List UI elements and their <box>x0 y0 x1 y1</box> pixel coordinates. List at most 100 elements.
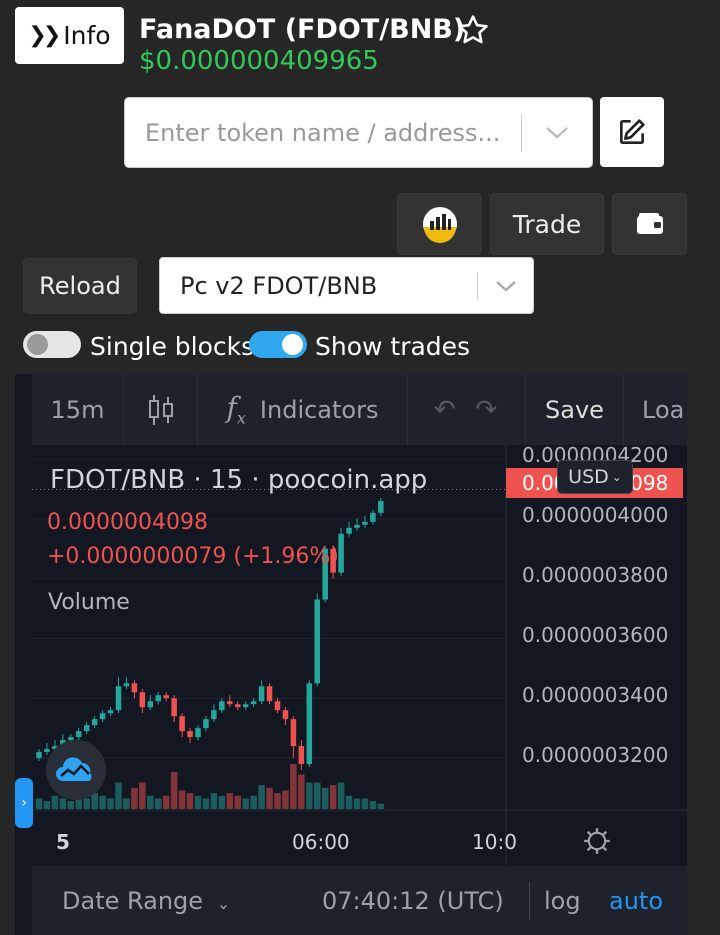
candle-body <box>314 599 320 684</box>
volume-bar <box>298 774 305 809</box>
wallet-button[interactable] <box>612 193 687 255</box>
x-tick-label: 06:00 <box>292 830 350 854</box>
chevron-down-icon: ⌄ <box>216 893 231 913</box>
show-trades-label: Show trades <box>315 332 471 361</box>
wallet-icon <box>636 213 663 234</box>
volume-bar <box>170 771 178 809</box>
volume-bar <box>59 798 67 809</box>
candle-body <box>274 701 281 711</box>
volume-bar <box>147 795 154 809</box>
log-scale-button[interactable]: log <box>544 887 581 915</box>
chevron-down-icon[interactable] <box>478 279 533 293</box>
candle-body <box>139 692 146 708</box>
chart-legend-change: +0.0000000079 (+1.96%) <box>47 544 339 569</box>
volume-bar <box>83 798 90 809</box>
token-search-input[interactable] <box>125 118 521 147</box>
token-title: FanaDOT (FDOT/BNB) <box>139 14 466 45</box>
volume-bar <box>107 798 114 809</box>
trade-button[interactable]: Trade <box>490 193 604 255</box>
volume-bar <box>35 798 43 809</box>
chart-provider-button[interactable] <box>397 193 482 255</box>
volume-bar <box>210 793 218 809</box>
candlestick-icon <box>148 394 173 425</box>
sidebar-toggle-handle[interactable]: › <box>15 778 33 828</box>
token-price: $0.000000409965 <box>139 46 379 76</box>
volume-bar <box>242 798 249 809</box>
show-trades-toggle[interactable] <box>249 331 307 358</box>
currency-button[interactable]: USD ⌄ <box>557 460 633 494</box>
candle-body <box>171 698 177 717</box>
chevron-down-icon: ⌄ <box>611 470 622 484</box>
undo-redo-group: ↶ ↷ <box>408 374 526 445</box>
redo-icon[interactable]: ↷ <box>476 395 518 425</box>
volume-bar <box>266 787 273 809</box>
candle-body <box>362 521 368 525</box>
volume-bar <box>139 782 146 809</box>
price-chart[interactable]: 15m fx Indicators ↶ ↷ Save Loa FDOT/BNB ·… <box>15 374 687 935</box>
volume-bar <box>67 801 75 809</box>
candle-body <box>219 701 225 711</box>
candle-body <box>211 710 217 720</box>
volume-bar <box>194 795 202 809</box>
candle-body <box>250 701 257 705</box>
candle-body <box>115 686 122 711</box>
volume-bar <box>361 798 369 809</box>
volume-bar <box>155 798 162 809</box>
load-button[interactable]: Loa <box>624 374 687 445</box>
candle-body <box>83 725 90 732</box>
indicators-button[interactable]: fx Indicators <box>198 374 408 445</box>
candle-body <box>258 686 265 702</box>
candle-body <box>131 683 138 693</box>
chart-toolbar: 15m fx Indicators ↶ ↷ Save Loa <box>32 374 687 445</box>
single-blocks-toggle[interactable] <box>23 331 81 358</box>
edit-button[interactable] <box>600 97 664 167</box>
volume-bar <box>258 785 265 809</box>
interval-button[interactable]: 15m <box>32 374 124 445</box>
token-search[interactable] <box>124 97 593 168</box>
pair-select-value: Pc v2 FDOT/BNB <box>180 271 378 300</box>
tradingview-logo[interactable] <box>46 740 106 800</box>
volume-bar <box>306 782 313 809</box>
candle-body <box>266 686 273 702</box>
volume-bar <box>186 793 194 809</box>
candle-body <box>179 716 185 732</box>
edit-icon <box>620 119 645 144</box>
candle-body <box>338 533 344 573</box>
candle-body <box>163 695 169 699</box>
candle-body <box>76 731 82 738</box>
candle-body <box>155 695 161 702</box>
volume-bar <box>51 795 59 809</box>
volume-bar <box>274 793 281 809</box>
volume-bar <box>353 798 361 809</box>
volume-bar <box>234 795 241 809</box>
candle-body <box>99 713 106 720</box>
pair-select[interactable]: Pc v2 FDOT/BNB <box>159 257 534 314</box>
volume-bar <box>202 798 210 809</box>
candle-body <box>147 701 154 708</box>
volume-bar <box>377 803 385 809</box>
reload-button[interactable]: Reload <box>23 258 137 314</box>
volume-bar <box>218 795 226 809</box>
date-range-label: Date Range <box>62 886 204 915</box>
chevron-right-icon: › <box>21 795 27 811</box>
candle-body <box>306 683 313 765</box>
undo-icon[interactable]: ↶ <box>434 395 476 425</box>
auto-scale-button[interactable]: auto <box>609 887 663 915</box>
currency-label: USD <box>568 466 609 488</box>
y-tick-label: 0.0000003400 <box>522 683 669 707</box>
volume-bar <box>91 793 98 809</box>
double-chevron-right-icon: ❯❯ <box>28 23 61 48</box>
candle-style-button[interactable] <box>124 374 198 445</box>
candle-body <box>282 710 289 720</box>
chevron-down-icon[interactable] <box>522 125 592 141</box>
candle-body <box>107 710 114 714</box>
chart-legend-price: 0.0000004098 <box>47 510 208 535</box>
candle-body <box>242 704 249 708</box>
save-button[interactable]: Save <box>526 374 624 445</box>
candle-body <box>378 500 384 513</box>
date-range-button[interactable]: Date Range ⌄ <box>62 887 230 915</box>
star-icon[interactable] <box>456 13 490 47</box>
info-button[interactable]: ❯❯ Info <box>15 7 124 64</box>
gear-icon[interactable] <box>583 827 611 855</box>
x-tick-label: 10:0 <box>472 830 517 854</box>
